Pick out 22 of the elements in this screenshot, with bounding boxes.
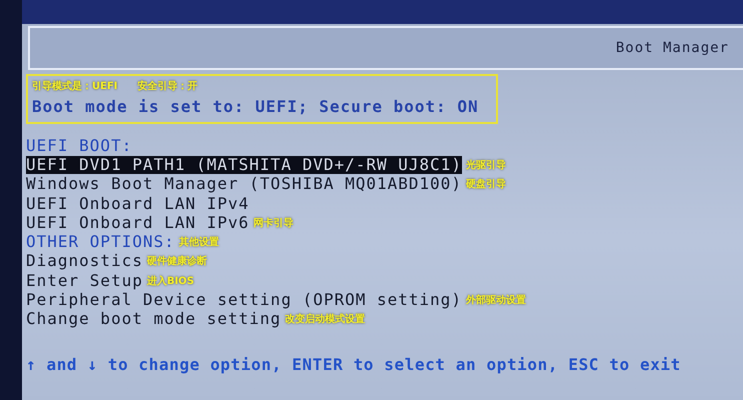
boot-option[interactable]: Peripheral Device setting (OPROM setting) — [26, 291, 462, 310]
header-title: Boot Manager — [616, 40, 729, 56]
section-heading: OTHER OPTIONS: — [26, 233, 175, 252]
boot-option[interactable]: Diagnostics — [26, 252, 143, 270]
boot-option[interactable]: UEFI Onboard LAN IPv6 — [26, 214, 250, 232]
annotation-note: 外部驱动设置 — [466, 294, 526, 308]
boot-option[interactable]: Change boot mode setting — [26, 310, 282, 328]
section-heading: UEFI BOOT: — [26, 136, 132, 155]
boot-mode-status: Boot mode is set to: UEFI; Secure boot: ON — [32, 97, 480, 116]
annotation-note: 改变启动模式设置 — [285, 312, 366, 326]
annotation-note: 光驱引导 — [466, 158, 506, 172]
annotation-note: 引导模式是：UEFI 安全引导：开 — [32, 79, 199, 93]
help-text: ↑ and ↓ to change option, ENTER to select an option, ESC to exit — [26, 354, 682, 374]
boot-option[interactable]: Enter Setup — [26, 272, 143, 290]
annotation-note: 进入BIOS — [146, 274, 194, 288]
annotation-note: 网卡引导 — [253, 216, 294, 230]
annotation-note: 硬盘引导 — [466, 178, 506, 192]
boot-option[interactable]: Windows Boot Manager (TOSHIBA MQ01ABD100) — [26, 175, 462, 194]
annotation-note: 硬件健康诊断 — [146, 254, 207, 268]
boot-option[interactable]: UEFI DVD1 PATH1 (MATSHITA DVD+/-RW UJ8C1) — [26, 156, 462, 174]
boot-option[interactable]: UEFI Onboard LAN IPv4 — [26, 194, 250, 213]
annotation-note: 其他设置 — [178, 236, 219, 250]
